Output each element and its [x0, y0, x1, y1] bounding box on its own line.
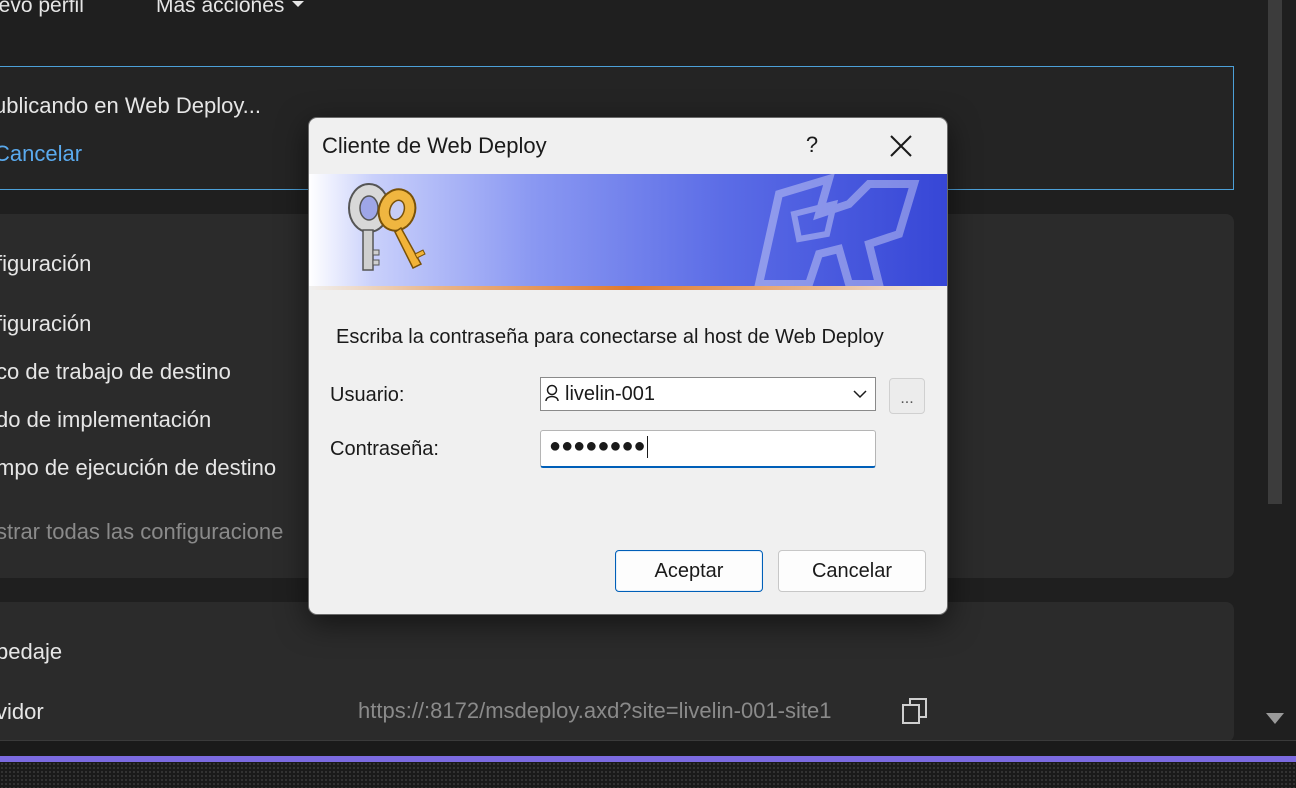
- settings-header: figuración: [0, 251, 92, 276]
- ok-button[interactable]: Aceptar: [615, 550, 763, 592]
- help-button[interactable]: ?: [797, 128, 827, 162]
- user-icon: [545, 384, 559, 402]
- dialog-message: Escriba la contraseña para conectarse al…: [336, 326, 884, 348]
- settings-item-configuration: figuración: [0, 311, 92, 336]
- server-label: vidor: [0, 699, 44, 724]
- scroll-down-icon[interactable]: [1266, 713, 1284, 724]
- more-actions-menu[interactable]: Más acciones: [156, 0, 305, 18]
- publish-cancel-link[interactable]: Cancelar: [0, 141, 82, 167]
- watermark-logo-icon: [754, 174, 920, 286]
- toolbar: ievo perfil Más acciones: [0, 0, 1258, 30]
- close-icon[interactable]: [881, 126, 921, 166]
- status-area: [0, 762, 1296, 788]
- banner-accent-line: [309, 286, 947, 290]
- settings-item-target-framework: co de trabajo de destino: [0, 359, 231, 384]
- bottom-divider: [0, 740, 1296, 756]
- web-deploy-dialog: Cliente de Web Deploy ? Escriba la contr…: [308, 117, 948, 615]
- new-profile-link[interactable]: ievo perfil: [0, 0, 84, 18]
- text-caret: [646, 435, 648, 458]
- show-all-settings-link[interactable]: strar todas las configuracione: [0, 519, 283, 545]
- settings-item-target-runtime: mpo de ejecución de destino: [0, 455, 277, 480]
- user-label: Usuario:: [330, 384, 405, 406]
- keys-icon: [348, 183, 426, 271]
- password-label: Contraseña:: [330, 438, 439, 460]
- password-mask: ●●●●●●●●: [549, 435, 646, 457]
- password-value: ●●●●●●●●: [549, 435, 648, 458]
- caret-down-icon: [292, 1, 305, 8]
- hosting-header: pedaje: [0, 639, 63, 664]
- copy-icon[interactable]: [900, 696, 930, 726]
- publish-status-text: ublicando en Web Deploy...: [0, 93, 262, 118]
- password-field[interactable]: ●●●●●●●●: [540, 430, 876, 468]
- more-actions-label: Más acciones: [156, 0, 285, 17]
- scrollbar-thumb[interactable]: [1268, 0, 1282, 504]
- user-value: livelin-001: [565, 383, 656, 405]
- dialog-title: Cliente de Web Deploy: [322, 133, 547, 158]
- browse-users-button[interactable]: ...: [889, 378, 925, 414]
- settings-item-deployment-mode: do de implementación: [0, 407, 212, 432]
- server-url: https://:8172/msdeploy.axd?site=livelin-…: [358, 698, 832, 723]
- chevron-down-icon[interactable]: [853, 389, 867, 399]
- user-combobox[interactable]: livelin-001: [540, 377, 876, 411]
- cancel-button[interactable]: Cancelar: [778, 550, 926, 592]
